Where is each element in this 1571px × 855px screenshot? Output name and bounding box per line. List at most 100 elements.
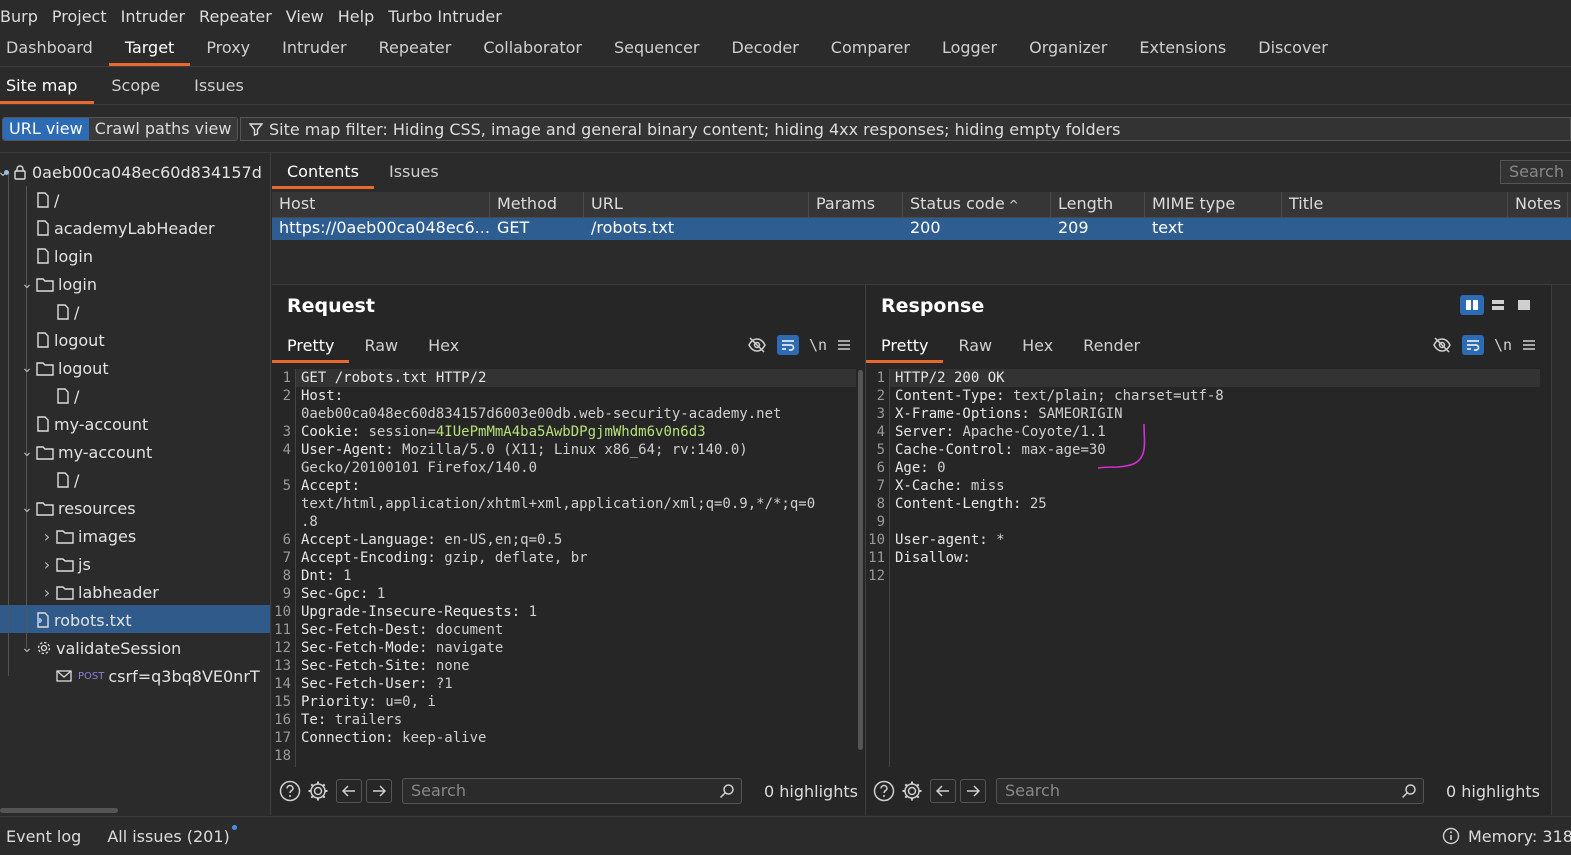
column-header-length[interactable]: Length [1051,192,1145,217]
chevron-down-icon[interactable]: ⌄ [20,276,34,292]
previous-match-button[interactable] [930,779,956,803]
hide-nonprintable-icon[interactable] [1432,336,1452,354]
contents-search-input[interactable]: Search [1500,160,1571,184]
pane-splitter[interactable] [270,153,271,815]
menu-item-turbo-intruder[interactable]: Turbo Intruder [388,7,510,26]
subtab-site-map[interactable]: Site map [0,68,95,104]
column-header-url[interactable]: URL [584,192,809,217]
column-header-notes[interactable]: Notes [1508,192,1568,217]
tree-item[interactable]: academyLabHeader [36,214,215,242]
tree-item[interactable]: / [56,466,79,494]
help-icon[interactable] [870,778,898,804]
request-search-input[interactable]: Search [402,778,742,804]
hide-nonprintable-icon[interactable] [747,336,767,354]
response-tab-raw[interactable]: Raw [943,331,1007,363]
url-view-button[interactable]: URL view [3,118,89,140]
newline-toggle-icon[interactable]: \n [1494,336,1512,354]
column-header-mime-type[interactable]: MIME type [1145,192,1282,217]
menu-item-burp[interactable]: Burp [0,7,46,26]
tree-item[interactable]: ⌄ resources [20,494,135,522]
gear-icon[interactable] [304,778,332,804]
tree-item[interactable]: login [36,242,93,270]
subtab-scope[interactable]: Scope [94,68,177,104]
menu-item-repeater[interactable]: Repeater [199,7,280,26]
tab-sequencer[interactable]: Sequencer [598,32,716,66]
tree-item[interactable]: my-account [36,410,148,438]
tab-extensions[interactable]: Extensions [1123,32,1242,66]
inspector-side-strip[interactable] [1551,285,1571,815]
chevron-down-icon[interactable]: ⌄ [20,444,34,460]
request-vertical-scrollbar[interactable] [858,370,863,750]
tree-horizontal-scrollbar[interactable] [0,808,118,813]
chevron-down-icon[interactable]: ⌄ [20,500,34,516]
request-tab-pretty[interactable]: Pretty [272,331,350,363]
tab-collaborator[interactable]: Collaborator [467,32,598,66]
help-icon[interactable] [276,778,304,804]
chevron-down-icon[interactable]: ⌄ [20,360,34,376]
previous-match-button[interactable] [336,779,362,803]
tab-dashboard[interactable]: Dashboard [0,32,109,66]
menu-icon[interactable] [1522,338,1536,352]
tree-item[interactable]: / [56,382,79,410]
tree-item[interactable]: › js [40,550,91,578]
tab-logger[interactable]: Logger [926,32,1013,66]
tree-item[interactable]: / [56,298,79,326]
next-match-button[interactable] [960,779,986,803]
tree-item[interactable]: / [36,186,59,214]
tab-comparer[interactable]: Comparer [815,32,926,66]
request-editor[interactable]: 1 GET /robots.txt HTTP/2 2 Host: 0aeb00ca048… [272,369,852,765]
tree-item[interactable]: › images [40,522,136,550]
chevron-right-icon[interactable]: › [40,555,54,574]
chevron-right-icon[interactable]: › [40,527,54,546]
crawl-paths-view-button[interactable]: Crawl paths view [88,118,238,140]
content-tab-issues[interactable]: Issues [374,155,454,189]
tree-item[interactable]: ⌄ logout [20,354,108,382]
newline-toggle-icon[interactable]: \n [809,336,827,354]
tab-repeater[interactable]: Repeater [363,32,468,66]
site-map-filter-bar[interactable]: Site map filter: Hiding CSS, image and g… [240,117,1571,141]
request-tab-hex[interactable]: Hex [413,331,474,363]
event-log-link[interactable]: Event log [6,827,81,846]
menu-icon[interactable] [837,338,851,352]
tab-target[interactable]: Target [108,32,191,66]
response-tab-pretty[interactable]: Pretty [866,331,944,363]
stacked-layout-icon[interactable] [1486,295,1510,315]
content-tab-contents[interactable]: Contents [272,155,374,189]
column-header-params[interactable]: Params [809,192,903,217]
gear-icon[interactable] [898,778,926,804]
tree-item[interactable]: POST csrf=q3bq8VE0nrT [56,662,260,690]
column-header-status-code[interactable]: Status code ^ [903,192,1051,217]
single-layout-icon[interactable] [1512,295,1536,315]
response-tab-render[interactable]: Render [1068,331,1155,363]
word-wrap-icon[interactable] [777,335,799,355]
column-header-title[interactable]: Title [1282,192,1508,217]
response-search-input[interactable]: Search [996,778,1424,804]
chevron-right-icon[interactable]: › [40,583,54,602]
next-match-button[interactable] [366,779,392,803]
column-header-host[interactable]: Host [272,192,490,217]
word-wrap-icon[interactable] [1462,335,1484,355]
side-by-side-layout-icon[interactable] [1460,295,1484,315]
tree-item[interactable]: ⌄ login [20,270,97,298]
tab-proxy[interactable]: Proxy [190,32,266,66]
tab-discover[interactable]: Discover [1242,32,1344,66]
tree-root-host[interactable]: ⌄0aeb00ca048ec60d834157d [0,158,262,186]
column-header-method[interactable]: Method [490,192,584,217]
tab-organizer[interactable]: Organizer [1013,32,1123,66]
tree-item[interactable]: ⌄ validateSession [20,634,181,662]
response-tab-hex[interactable]: Hex [1007,331,1068,363]
menu-item-help[interactable]: Help [338,7,382,26]
tree-item[interactable]: robots.txt [36,606,132,634]
subtab-issues[interactable]: Issues [177,68,261,104]
all-issues-link[interactable]: All issues (201) [107,824,237,846]
tab-decoder[interactable]: Decoder [715,32,814,66]
tab-intruder[interactable]: Intruder [266,32,362,66]
menu-item-project[interactable]: Project [52,7,115,26]
tree-item[interactable]: › labheader [40,578,159,606]
response-editor[interactable]: 1 HTTP/2 200 OK 2 Content-Type: text/plain;… [866,369,1526,585]
menu-item-view[interactable]: View [286,7,332,26]
table-row[interactable]: https://0aeb00ca048ec6... GET/robots.txt 2… [272,218,1571,240]
tree-item[interactable]: logout [36,326,105,354]
tree-item[interactable]: ⌄ my-account [20,438,152,466]
chevron-down-icon[interactable]: ⌄ [20,640,34,656]
